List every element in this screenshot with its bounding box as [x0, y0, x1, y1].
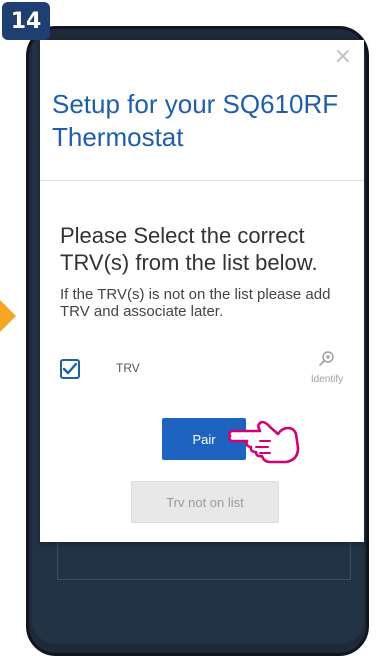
pointing-hand-icon: [228, 420, 300, 464]
trv-list-item[interactable]: TRV Identify: [58, 350, 352, 392]
identify-label: Identify: [310, 374, 344, 385]
instruction-subtext: If the TRV(s) is not on the list please …: [60, 286, 331, 320]
trv-checkbox[interactable]: [60, 359, 80, 379]
identify-button[interactable]: Identify: [302, 350, 352, 385]
guide-arrow-icon: [0, 300, 16, 332]
instruction-text: Please Select the correct TRV(s) from th…: [60, 223, 318, 275]
checkmark-icon: [63, 363, 77, 375]
setup-modal: × Setup for your SQ610RF Thermostat Plea…: [40, 40, 364, 542]
close-icon[interactable]: ×: [334, 46, 352, 68]
trv-not-on-list-button[interactable]: Trv not on list: [131, 481, 279, 523]
divider: [40, 180, 364, 181]
magnifier-icon: [319, 351, 334, 366]
step-badge: 14: [2, 2, 50, 40]
modal-title: Setup for your SQ610RF Thermostat: [52, 89, 339, 152]
trv-label: TRV: [116, 361, 140, 375]
